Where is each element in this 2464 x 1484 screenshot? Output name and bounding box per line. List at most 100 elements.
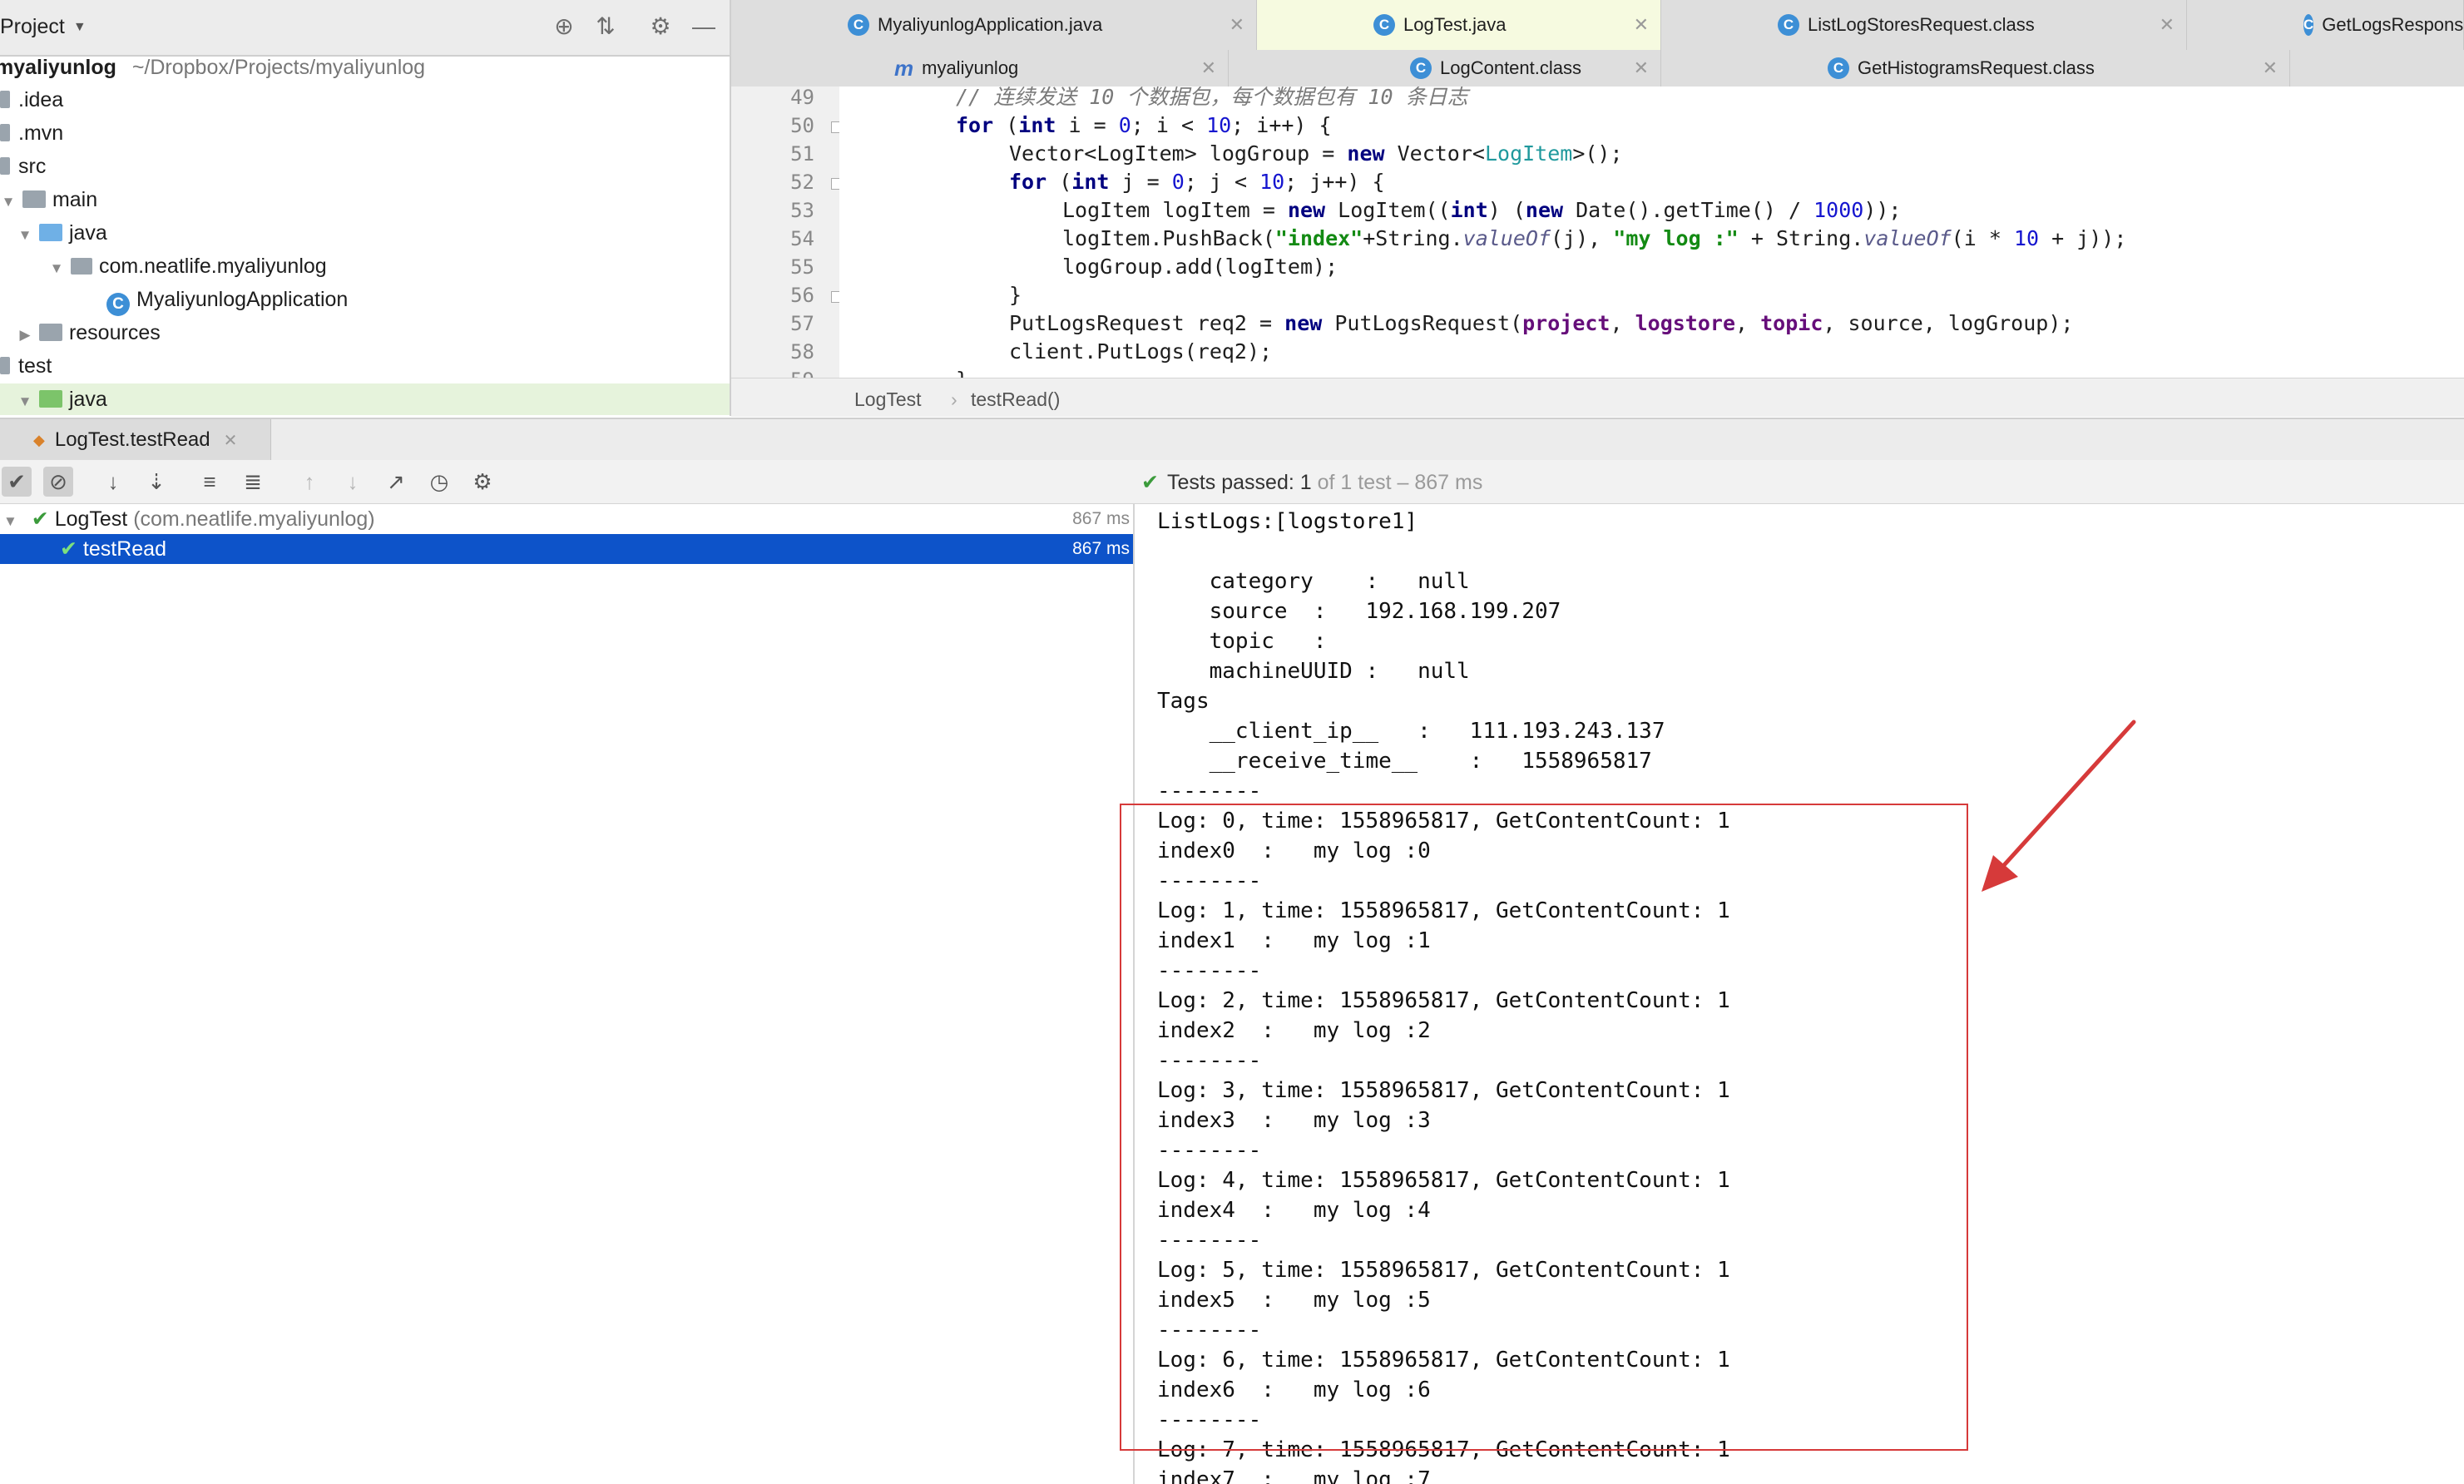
- tab-listlogstores-request[interactable]: C ListLogStoresRequest.class ✕: [1661, 0, 2187, 50]
- tree-item-resources[interactable]: ▶ resources: [17, 317, 161, 351]
- status-total: of 1 test: [1311, 471, 1392, 494]
- locate-icon[interactable]: ⊕: [549, 12, 579, 42]
- tree-item-mvn[interactable]: .mvn: [0, 117, 63, 149]
- export-icon[interactable]: ↗: [381, 467, 411, 497]
- expand-all-icon[interactable]: ≡: [195, 467, 225, 497]
- tab-gethistograms-request[interactable]: C GetHistogramsRequest.class ✕: [1661, 50, 2290, 87]
- tree-item-root[interactable]: myaliyunlog ~/Dropbox/Projects/myaliyunl…: [0, 52, 425, 83]
- code-line-54: logItem.PushBack("index"+String.valueOf(…: [1062, 226, 2127, 250]
- chevron-right-icon[interactable]: ▶: [17, 319, 33, 351]
- tab-logcontent-class[interactable]: C LogContent.class ✕: [1229, 50, 1661, 87]
- line-number: 57: [790, 312, 814, 335]
- tab-label: LogContent.class: [1440, 57, 1581, 78]
- collapse-all-icon[interactable]: ≣: [238, 467, 268, 497]
- tab-logtest-java[interactable]: C LogTest.java ✕: [1257, 0, 1661, 50]
- console-line: topic :: [1157, 629, 1327, 654]
- console-line: ListLogs:[logstore1]: [1157, 509, 1418, 534]
- breadcrumb-item[interactable]: LogTest: [854, 388, 922, 411]
- close-icon[interactable]: ✕: [2263, 57, 2278, 79]
- tab-label: MyaliyunlogApplication.java: [878, 14, 1103, 35]
- tree-item-idea[interactable]: .idea: [0, 84, 63, 116]
- annotation-arrow: [1982, 720, 2136, 892]
- close-icon[interactable]: ✕: [1634, 14, 1649, 36]
- sort-alpha-icon[interactable]: ↓: [98, 467, 128, 497]
- tree-item-main-java[interactable]: ▼ java: [17, 217, 107, 249]
- gear-icon[interactable]: ⚙: [468, 467, 497, 497]
- project-panel: Project ▼ ⊕ ⇅ ⚙ — myaliyunlog ~/Dropbox/P…: [0, 0, 731, 416]
- line-number: 50: [790, 114, 814, 137]
- chevron-down-icon[interactable]: ▼: [0, 186, 17, 218]
- test-case-row[interactable]: ✔ testRead 867 ms: [0, 534, 1133, 564]
- tab-getlogs-response[interactable]: C GetLogsRespons: [2187, 0, 2464, 50]
- chevron-down-icon[interactable]: ▼: [17, 220, 33, 251]
- tree-item-test[interactable]: test: [0, 350, 52, 382]
- highlight-box: [1120, 804, 1968, 1451]
- tab-myaliyunlog-application[interactable]: C MyaliyunlogApplication.java ✕: [731, 0, 1257, 50]
- chevron-down-icon[interactable]: ▼: [17, 386, 33, 416]
- run-tab-label: LogTest.testRead: [54, 428, 210, 451]
- tree-item-label: test: [18, 354, 52, 378]
- line-number: 58: [790, 340, 814, 364]
- folder-icon: [0, 91, 10, 108]
- project-panel-header: Project ▼ ⊕ ⇅ ⚙ —: [0, 0, 730, 57]
- line-number: 54: [790, 227, 814, 250]
- previous-failed-icon[interactable]: ↑: [294, 467, 324, 497]
- breadcrumb-item[interactable]: testRead(): [971, 388, 1060, 411]
- close-icon[interactable]: ✕: [224, 430, 238, 451]
- close-icon[interactable]: ✕: [1634, 57, 1649, 79]
- history-icon[interactable]: ◷: [424, 467, 454, 497]
- hide-panel-icon[interactable]: —: [689, 12, 719, 42]
- line-number: 53: [790, 199, 814, 222]
- source-folder-icon: [38, 224, 62, 241]
- breadcrumb-separator: ›: [951, 388, 957, 410]
- test-duration: 867 ms: [1072, 509, 1130, 528]
- code-line-51: Vector<LogItem> logGroup = new Vector<Lo…: [1009, 141, 1623, 166]
- tree-item-class[interactable]: C MyaliyunlogApplication: [106, 284, 348, 316]
- collapse-all-icon[interactable]: ⇅: [591, 12, 621, 42]
- tree-item-label: resources: [68, 321, 161, 344]
- next-failed-icon[interactable]: ↓: [338, 467, 368, 497]
- check-icon: ✔: [31, 507, 49, 531]
- tab-run-logtest[interactable]: ◆ LogTest.testRead ✕: [0, 419, 271, 461]
- test-folder-icon: [38, 390, 62, 408]
- close-icon[interactable]: ✕: [1201, 57, 1216, 79]
- tab-label: LogTest.java: [1403, 14, 1507, 35]
- sort-duration-icon[interactable]: ⇣: [141, 467, 171, 497]
- tree-item-src[interactable]: src: [0, 151, 46, 182]
- code-line-57: PutLogsRequest req2 = new PutLogsRequest…: [1009, 311, 2074, 335]
- chevron-down-icon[interactable]: ▼: [48, 253, 65, 284]
- close-icon[interactable]: ✕: [1230, 14, 1244, 36]
- tree-item-test-java[interactable]: ▼ java: [0, 383, 730, 415]
- show-ignored-icon[interactable]: ⊘: [43, 467, 73, 497]
- tree-item-label: java: [68, 388, 107, 411]
- chevron-down-icon[interactable]: ▼: [3, 513, 17, 529]
- tree-item-label: myaliyunlog: [0, 56, 116, 79]
- console-line: __client_ip__ : 111.193.243.137: [1157, 719, 1665, 744]
- tab-myaliyunlog-pom[interactable]: m myaliyunlog ✕: [731, 50, 1229, 87]
- run-toolbar: ✔ ⊘ ↓ ⇣ ≡ ≣ ↑ ↓ ↗ ◷ ⚙ ✔ Tests passed: 1 o…: [0, 460, 2464, 504]
- code-line-55: logGroup.add(logItem);: [1062, 255, 1338, 279]
- code-editor[interactable]: // 连续发送 10 个数据包，每个数据包有 10 条日志 for (int i…: [839, 87, 2464, 378]
- status-prefix: Tests passed:: [1166, 471, 1300, 494]
- show-passed-icon[interactable]: ✔: [2, 467, 32, 497]
- tree-item-label: java: [68, 221, 107, 245]
- line-number: 55: [790, 255, 814, 279]
- test-duration: 867 ms: [1072, 539, 1130, 558]
- project-view-selector[interactable]: Project ▼: [0, 15, 87, 39]
- editor-tab-row-2: m myaliyunlog ✕ C LogContent.class ✕ C GetHis…: [731, 50, 2464, 87]
- test-case-name: testRead: [82, 537, 166, 561]
- console-line: source : 192.168.199.207: [1157, 599, 1561, 624]
- status-time: – 867 ms: [1391, 471, 1483, 494]
- tree-item-label: main: [52, 188, 98, 211]
- gear-icon[interactable]: ⚙: [646, 12, 675, 42]
- test-suite-name: LogTest: [54, 507, 128, 531]
- tree-item-main[interactable]: ▼ main: [0, 184, 98, 218]
- check-icon: ✔: [1141, 471, 1159, 494]
- test-suite-row[interactable]: ▼ ✔ LogTest (com.neatlife.myaliyunlog) 8…: [0, 504, 1133, 534]
- project-path: ~/Dropbox/Projects/myaliyunlog: [131, 56, 426, 79]
- tree-item-label: .idea: [18, 88, 64, 111]
- class-icon: C: [848, 14, 869, 36]
- code-line-56: }: [1009, 283, 1022, 307]
- close-icon[interactable]: ✕: [2160, 14, 2175, 36]
- tree-item-package[interactable]: ▼ com.neatlife.myaliyunlog: [48, 250, 327, 282]
